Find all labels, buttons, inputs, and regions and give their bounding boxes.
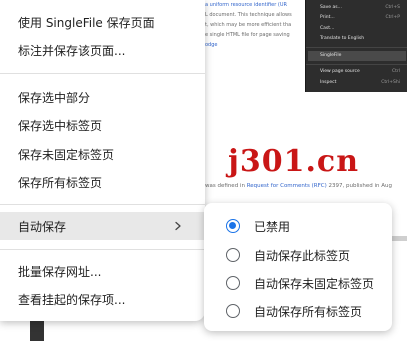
option-label: 自动保存未固定标签页 [254,276,375,291]
chevron-right-icon [175,221,181,231]
article-link[interactable]: a uniform resource identifier (UR [205,2,287,8]
auto-save-option-unpinned-tabs[interactable]: 自动保存未固定标签页 [204,269,392,297]
browser-context-menu: Save as... Ctrl+S Print... Ctrl+P Cast..… [305,0,407,92]
auto-save-menu[interactable]: 自动保存 [0,212,205,240]
view-pending-saves[interactable]: 查看挂起的保存项... [0,285,205,313]
menu-item-label: 使用 SingleFile 保存页面 [18,15,155,30]
browser-menu-item[interactable]: Print... Ctrl+P [320,15,400,20]
annotate-and-save-page[interactable]: 标注并保存该页面... [0,36,205,64]
menu-item-label: 保存未固定标签页 [18,147,115,162]
radio-unchecked-icon[interactable] [226,276,240,290]
browser-menu-item[interactable]: Inspect Ctrl+Shi [320,80,400,85]
article-text-line: L document. This technique allows [205,12,292,18]
menu-item-label: 标注并保存该页面... [18,43,126,58]
menu-item-label: 自动保存 [18,219,67,234]
save-selected-tabs[interactable]: 保存选中标签页 [0,111,205,139]
article-text-line: t, which may be more efficient tha [205,22,292,28]
browser-menu-item[interactable]: Save as... Ctrl+S [320,5,400,10]
radio-unchecked-icon[interactable] [226,304,240,318]
rfc-text-line: was defined in Request for Comments (RFC… [205,183,393,189]
menu-divider [0,204,205,205]
radio-checked-icon[interactable] [226,219,240,233]
watermark: j301.cn [228,144,359,179]
save-all-tabs[interactable]: 保存所有标签页 [0,168,205,196]
option-label: 自动保存所有标签页 [254,304,363,319]
radio-unchecked-icon[interactable] [226,248,240,262]
menu-divider [0,73,205,74]
browser-menu-item-singlefile[interactable]: SingleFile [320,53,400,58]
menu-item-label: 查看挂起的保存项... [18,292,126,307]
browser-menu-item[interactable]: Cast... [320,26,400,31]
option-label: 已禁用 [254,219,291,234]
auto-save-option-disabled[interactable]: 已禁用 [204,212,392,240]
menu-item-label: 保存所有标签页 [18,175,103,190]
menu-item-label: 批量保存网址... [18,264,102,279]
browser-menu-item[interactable]: View page source Ctrl [320,69,400,74]
article-text-line: e single HTML file for page saving [205,32,290,38]
save-unpinned-tabs[interactable]: 保存未固定标签页 [0,140,205,168]
article-link[interactable]: odge [205,42,217,48]
menu-divider [0,249,205,250]
auto-save-option-this-tab[interactable]: 自动保存此标签页 [204,241,392,269]
menu-item-label: 保存选中标签页 [18,118,103,133]
option-label: 自动保存此标签页 [254,248,351,263]
menu-divider [306,64,407,65]
menu-item-label: 保存选中部分 [18,90,91,105]
menu-divider [306,47,407,48]
browser-menu-item[interactable]: Translate to English [320,36,400,41]
save-page-with-singlefile[interactable]: 使用 SingleFile 保存页面 [0,8,205,36]
article-text-line: odge [205,42,217,49]
save-selection[interactable]: 保存选中部分 [0,83,205,111]
batch-save-urls[interactable]: 批量保存网址... [0,257,205,285]
article-text-line: a uniform resource identifier (UR [205,2,287,9]
rfc-link[interactable]: Request for Comments (RFC) [247,183,327,189]
auto-save-submenu: 已禁用 自动保存此标签页 自动保存未固定标签页 自动保存所有标签页 [204,203,392,331]
auto-save-option-all-tabs[interactable]: 自动保存所有标签页 [204,297,392,325]
singlefile-context-menu: 使用 SingleFile 保存页面 标注并保存该页面... 保存选中部分 保存… [0,0,205,321]
